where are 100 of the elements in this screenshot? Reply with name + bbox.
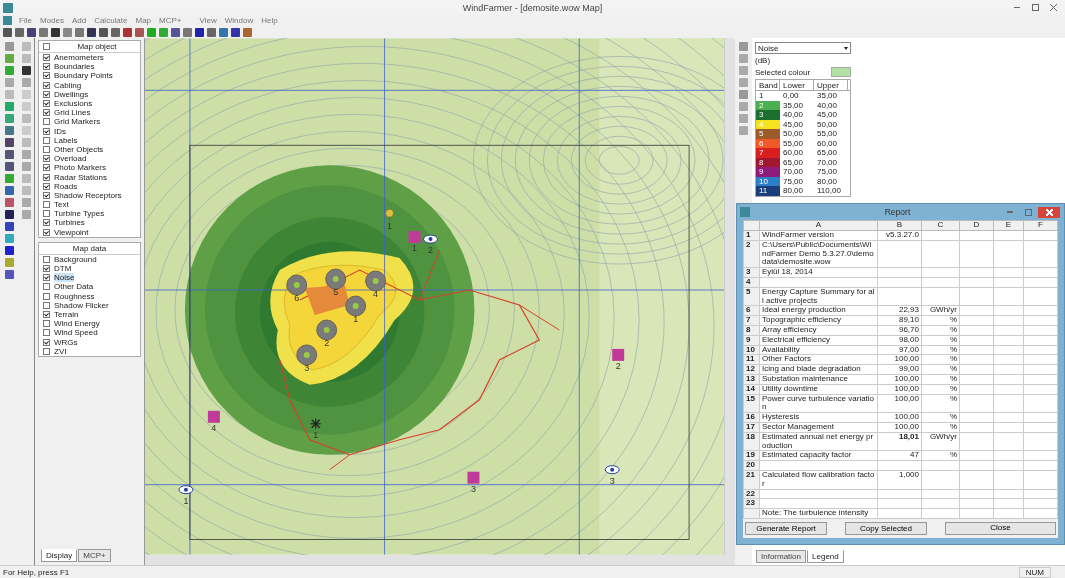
menu-item[interactable]: Map xyxy=(131,16,156,25)
checkbox[interactable] xyxy=(43,210,50,218)
scrollbar[interactable] xyxy=(724,38,735,555)
layer-label[interactable]: Wind Energy xyxy=(54,319,100,329)
square-icon[interactable] xyxy=(21,66,31,75)
checkbox[interactable] xyxy=(43,81,50,89)
layer-label[interactable]: Radar Stations xyxy=(54,172,107,182)
tab[interactable]: MCP+ xyxy=(78,549,111,562)
colour-swatch[interactable] xyxy=(831,67,851,77)
square-icon[interactable] xyxy=(4,222,14,231)
checkbox[interactable] xyxy=(43,191,50,199)
menu-item[interactable]: Help xyxy=(257,16,282,25)
layer-label[interactable]: Grid Markers xyxy=(54,117,101,127)
checkbox[interactable] xyxy=(43,255,50,263)
layer-label[interactable]: Text xyxy=(54,200,69,210)
band-swatch[interactable]: 8 xyxy=(756,157,780,167)
layer-label[interactable]: Labels xyxy=(54,135,78,145)
checkbox[interactable] xyxy=(43,182,50,190)
band-swatch[interactable]: 3 xyxy=(756,110,780,120)
band-swatch[interactable]: 10 xyxy=(756,176,780,186)
square-icon[interactable] xyxy=(231,27,240,37)
checkbox[interactable] xyxy=(43,145,50,153)
menu-item[interactable]: Add xyxy=(67,16,91,25)
turbine-icon[interactable] xyxy=(325,268,347,290)
menu-item[interactable]: MCP+ xyxy=(155,16,186,25)
checkbox[interactable] xyxy=(43,347,50,355)
turbine-icon[interactable] xyxy=(316,319,338,341)
layer-label[interactable]: Turbines xyxy=(54,218,85,228)
turbine-icon[interactable] xyxy=(345,295,366,317)
checkbox[interactable] xyxy=(43,338,50,346)
asterisk-icon[interactable] xyxy=(310,418,322,430)
square-icon[interactable] xyxy=(4,162,14,171)
layer-label[interactable]: Photo Markers xyxy=(54,163,107,173)
checkbox[interactable] xyxy=(43,329,50,337)
band-swatch[interactable]: 9 xyxy=(756,167,780,177)
square-icon[interactable] xyxy=(171,27,180,37)
checkbox[interactable] xyxy=(43,54,50,62)
square-icon[interactable] xyxy=(123,27,132,37)
layer-label[interactable]: Boundaries xyxy=(54,62,95,72)
menu-item[interactable]: Calculate xyxy=(90,16,132,25)
layer-label[interactable]: Shadow Receptors xyxy=(54,190,122,200)
checkbox[interactable] xyxy=(43,155,50,163)
layer-label[interactable]: Background xyxy=(54,254,97,264)
checkbox[interactable] xyxy=(43,118,50,126)
layer-label[interactable]: DTM xyxy=(54,264,72,274)
band-swatch[interactable]: 11 xyxy=(756,186,780,196)
layer-label[interactable]: Cabling xyxy=(54,80,82,90)
checkbox[interactable] xyxy=(43,136,50,144)
layer-label[interactable]: Shadow Flicker xyxy=(54,300,109,310)
layer-label[interactable]: Other Objects xyxy=(54,144,104,154)
square-icon[interactable] xyxy=(4,246,14,255)
layer-label[interactable]: Roughness xyxy=(54,291,95,301)
checkbox[interactable] xyxy=(43,90,50,98)
square-icon[interactable] xyxy=(51,27,60,37)
square-icon[interactable] xyxy=(4,138,14,147)
layer-label[interactable]: IDs xyxy=(54,126,66,136)
band-swatch[interactable]: 7 xyxy=(756,148,780,158)
eye-icon[interactable] xyxy=(423,234,438,244)
layer-label[interactable]: Viewpoint xyxy=(54,227,89,237)
checkbox[interactable] xyxy=(43,265,50,273)
layer-label[interactable]: Boundary Points xyxy=(54,71,113,81)
close-button[interactable] xyxy=(1038,206,1060,218)
anemometer-icon[interactable] xyxy=(385,208,394,223)
dialog-button[interactable]: Copy Selected xyxy=(845,521,927,535)
menu-item[interactable]: Modes xyxy=(35,16,68,25)
square-icon[interactable] xyxy=(4,210,14,219)
turbine-icon[interactable] xyxy=(365,270,386,292)
turbine-icon[interactable] xyxy=(296,344,318,366)
layer-label[interactable]: Dwellings xyxy=(54,89,89,99)
checkbox[interactable] xyxy=(43,173,50,181)
layer-label[interactable]: Roads xyxy=(54,181,78,191)
checkbox[interactable] xyxy=(43,283,50,291)
checkbox[interactable] xyxy=(43,274,50,282)
checkbox[interactable] xyxy=(43,100,50,108)
layer-label[interactable]: Grid Lines xyxy=(54,108,91,118)
square-icon[interactable] xyxy=(27,27,36,37)
layer-label[interactable]: Noise xyxy=(54,273,75,283)
checkbox[interactable] xyxy=(43,63,50,71)
checkbox[interactable] xyxy=(43,201,50,209)
band-swatch[interactable]: 5 xyxy=(756,129,780,139)
layer-label[interactable]: Overload xyxy=(54,154,87,164)
scrollbar[interactable] xyxy=(145,555,735,565)
layer-label[interactable]: Exclusions xyxy=(54,99,93,109)
checkbox[interactable] xyxy=(43,43,50,50)
checkbox[interactable] xyxy=(43,127,50,135)
layer-dropdown[interactable]: Noise xyxy=(755,42,851,54)
checkbox[interactable] xyxy=(43,301,50,309)
tab[interactable]: Legend xyxy=(807,550,844,563)
layer-label[interactable]: WRGs xyxy=(54,337,78,347)
square-icon[interactable] xyxy=(4,150,14,159)
square-icon[interactable] xyxy=(87,27,96,37)
layer-label[interactable]: Anemometers xyxy=(54,53,104,63)
checkbox[interactable] xyxy=(43,310,50,318)
square-icon[interactable] xyxy=(3,27,12,37)
menu-item[interactable]: Window xyxy=(220,16,258,25)
square-icon[interactable] xyxy=(99,27,108,37)
menu-item[interactable]: File xyxy=(15,16,36,25)
square-icon[interactable] xyxy=(195,27,204,37)
layer-label[interactable]: Turbine Types xyxy=(54,209,105,219)
dialog-button[interactable]: Close xyxy=(945,521,1056,535)
